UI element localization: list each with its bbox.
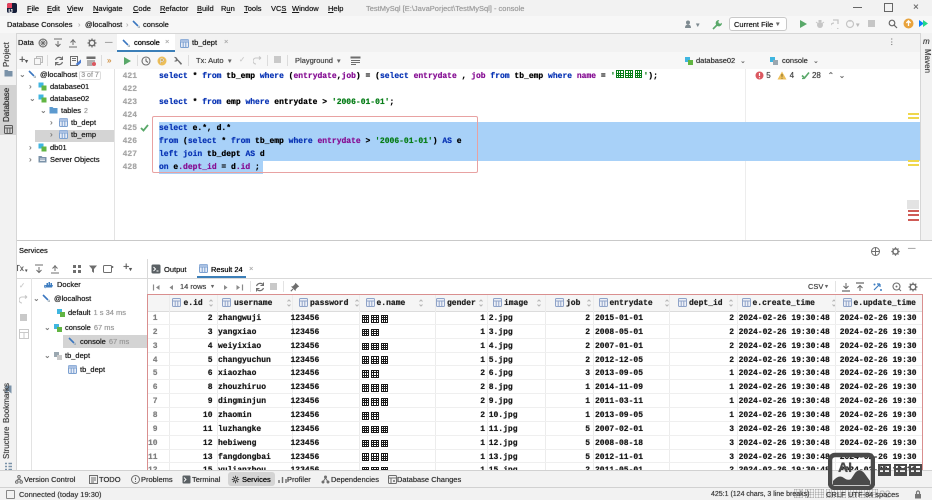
svg-text:AI: AI <box>838 459 852 475</box>
svg-text:P: P <box>160 59 165 66</box>
